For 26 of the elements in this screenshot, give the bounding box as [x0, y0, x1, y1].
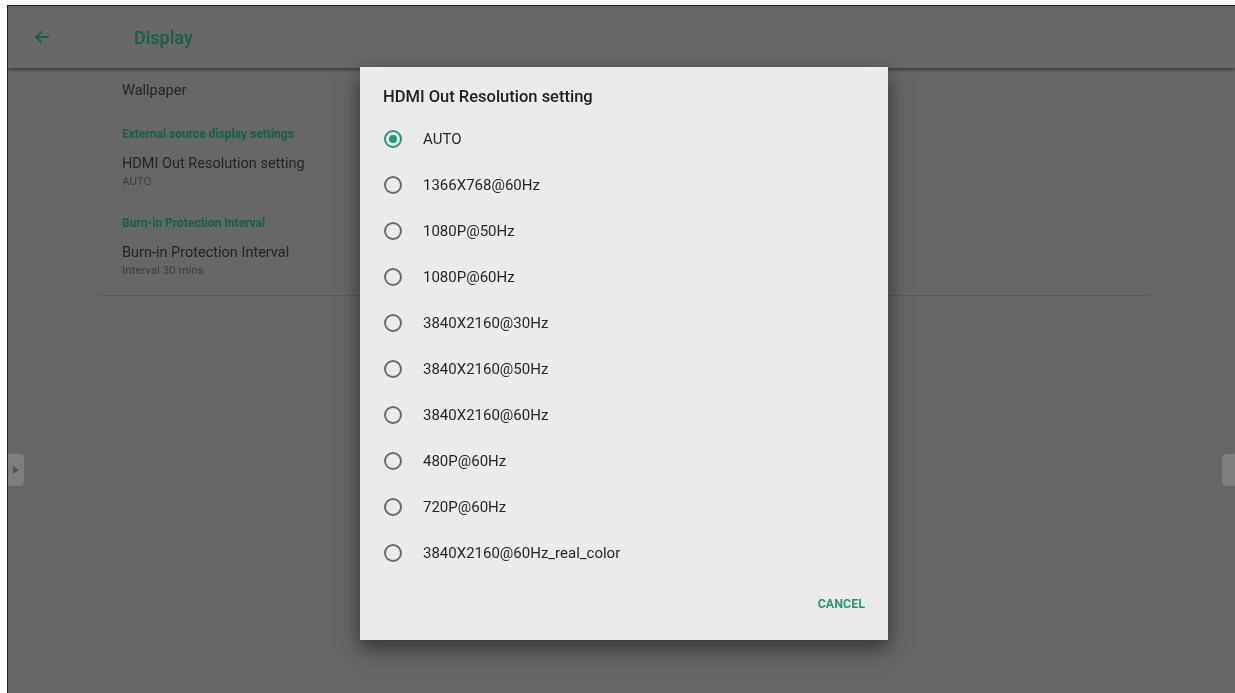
radio-button[interactable]: [384, 176, 402, 194]
radio-button[interactable]: [384, 314, 402, 332]
side-handle-left[interactable]: [8, 454, 24, 486]
page-title: Display: [134, 26, 193, 48]
category-header: Burn-in Protection Interval: [122, 216, 266, 230]
category-header: External source display settings: [122, 127, 294, 141]
radio-button[interactable]: [384, 360, 402, 378]
radio-button[interactable]: [384, 406, 402, 424]
radio-button[interactable]: [384, 498, 402, 516]
right-triangle-icon: [13, 466, 19, 474]
radio-button[interactable]: [384, 222, 402, 240]
radio-option[interactable]: 3840X2160@60Hz_real_color: [383, 530, 865, 576]
radio-button[interactable]: [384, 268, 402, 286]
radio-option[interactable]: 720P@60Hz: [383, 484, 865, 530]
radio-option[interactable]: 3840X2160@60Hz: [383, 392, 865, 438]
radio-option[interactable]: 480P@60Hz: [383, 438, 865, 484]
radio-option[interactable]: 1080P@50Hz: [383, 208, 865, 254]
radio-button[interactable]: [384, 130, 402, 148]
radio-button[interactable]: [384, 452, 402, 470]
radio-button[interactable]: [384, 544, 402, 562]
dialog-title: HDMI Out Resolution setting: [383, 87, 594, 106]
radio-option[interactable]: 1366X768@60Hz: [383, 162, 865, 208]
radio-option[interactable]: 1080P@60Hz: [383, 254, 865, 300]
radio-option[interactable]: 3840X2160@50Hz: [383, 346, 865, 392]
radio-option[interactable]: AUTO: [383, 116, 865, 162]
radio-option[interactable]: 3840X2160@30Hz: [383, 300, 865, 346]
